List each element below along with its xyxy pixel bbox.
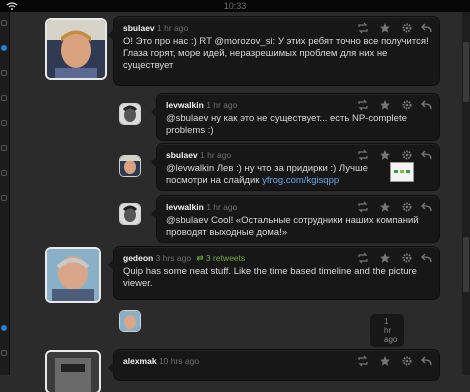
- avatar-photo: [120, 204, 140, 224]
- nav-item-8[interactable]: [1, 195, 7, 201]
- tweet-link[interactable]: yfrog.com/kgisqpp: [262, 175, 339, 186]
- tweet-username[interactable]: sbulaev: [166, 150, 198, 160]
- right-panel-block: [463, 237, 469, 292]
- collapsed-reply-time[interactable]: 1 hr ago: [370, 314, 405, 347]
- avatar-photo: [120, 311, 140, 331]
- gear-icon[interactable]: [401, 149, 413, 161]
- tweet-bubble[interactable]: sbulaev 1 hr ago @levwalkin Лев :) ну чт…: [151, 144, 439, 190]
- left-nav-rail: [0, 12, 10, 375]
- gear-icon[interactable]: [401, 201, 413, 213]
- nav-item-4[interactable]: [1, 95, 7, 101]
- nav-item-3[interactable]: [1, 70, 7, 76]
- right-panel-edge: [462, 12, 470, 375]
- reply-icon[interactable]: [421, 22, 433, 34]
- tweet-bubble[interactable]: sbulaev 1 hr ago О! Это про нас :) RT @m…: [108, 17, 439, 85]
- tweet-stream[interactable]: sbulaev 1 hr ago О! Это про нас :) RT @m…: [10, 12, 462, 392]
- gear-icon[interactable]: [401, 99, 413, 111]
- retweet-icon[interactable]: [357, 355, 369, 367]
- star-icon[interactable]: [379, 149, 391, 161]
- tweet-bubble[interactable]: gedeon 3 hrs ago ⇄ 3 retweets Quip has s…: [108, 247, 439, 299]
- tweet-bubble[interactable]: levwalkin 1 hr ago @sbulaev Cool! «Остал…: [151, 196, 439, 242]
- star-icon[interactable]: [379, 99, 391, 111]
- tweet-time: 1 hr ago: [206, 100, 238, 110]
- tweet-time: 3 hrs ago: [155, 253, 192, 263]
- reply-icon[interactable]: [421, 252, 433, 264]
- star-icon[interactable]: [379, 252, 391, 264]
- status-time: 10:33: [223, 1, 247, 11]
- retweet-icon[interactable]: [357, 149, 369, 161]
- retweet-count-label: 3 retweets: [205, 253, 246, 263]
- retweet-icon[interactable]: [357, 201, 369, 213]
- star-icon[interactable]: [379, 22, 391, 34]
- star-icon[interactable]: [379, 355, 391, 367]
- nav-item-1[interactable]: [1, 20, 7, 26]
- tweet-username[interactable]: levwalkin: [166, 100, 204, 110]
- image-thumbnail[interactable]: [390, 162, 414, 182]
- retweet-icon[interactable]: [357, 99, 369, 111]
- right-panel-block: [463, 42, 469, 102]
- tweet-bubble[interactable]: alexmak 10 hrs ago: [108, 350, 439, 380]
- avatar-photo: [120, 104, 140, 124]
- avatar-photo: [47, 249, 99, 301]
- gear-icon[interactable]: [401, 252, 413, 264]
- retweet-count[interactable]: ⇄ 3 retweets: [196, 253, 245, 263]
- avatar[interactable]: [120, 104, 140, 124]
- nav-item-account[interactable]: [1, 325, 7, 331]
- avatar[interactable]: [120, 311, 140, 331]
- tweet-username[interactable]: alexmak: [123, 356, 157, 366]
- avatar-photo: [47, 20, 105, 78]
- tweet-time: 10 hrs ago: [158, 356, 200, 366]
- reply-icon[interactable]: [421, 99, 433, 111]
- tweet-username[interactable]: levwalkin: [166, 202, 204, 212]
- nav-item-7[interactable]: [1, 170, 7, 176]
- reply-icon[interactable]: [421, 201, 433, 213]
- avatar[interactable]: [47, 352, 99, 392]
- nav-item-5[interactable]: [1, 120, 7, 126]
- tweet-text: @sbulaev Cool! «Остальные сотрудники наш…: [166, 215, 419, 238]
- star-icon[interactable]: [379, 201, 391, 213]
- avatar-photo: [120, 156, 140, 176]
- gear-icon[interactable]: [401, 22, 413, 34]
- tweet-text: Quip has some neat stuff. Like the time …: [123, 266, 417, 289]
- status-bar: 10:33: [0, 0, 470, 12]
- tweet-username[interactable]: gedeon: [123, 253, 153, 263]
- tweet-time: 1 hr ago: [206, 202, 238, 212]
- avatar[interactable]: [120, 204, 140, 224]
- reply-icon[interactable]: [421, 355, 433, 367]
- tweet-time: 1 hr ago: [200, 150, 232, 160]
- nav-item-10[interactable]: [1, 350, 7, 356]
- avatar[interactable]: [47, 249, 99, 301]
- gear-icon[interactable]: [401, 355, 413, 367]
- nav-item-timeline[interactable]: [1, 45, 7, 51]
- tweet-text: @sbulaev ну как это не существует... ест…: [166, 113, 407, 136]
- avatar-photo: [47, 352, 99, 392]
- nav-item-6[interactable]: [1, 145, 7, 151]
- tweet-username[interactable]: sbulaev: [123, 23, 155, 33]
- avatar[interactable]: [120, 156, 140, 176]
- reply-icon[interactable]: [421, 149, 433, 161]
- retweet-icon[interactable]: [357, 252, 369, 264]
- tweet-time: 1 hr ago: [157, 23, 189, 33]
- avatar[interactable]: [47, 20, 105, 78]
- retweet-icon[interactable]: [357, 22, 369, 34]
- tweet-text: О! Это про нас :) RT @morozov_si: У этих…: [123, 36, 429, 71]
- tweet-bubble[interactable]: levwalkin 1 hr ago @sbulaev ну как это н…: [151, 94, 439, 140]
- tweet-text: @levwalkin Лев :) ну что за придирки :) …: [166, 163, 386, 187]
